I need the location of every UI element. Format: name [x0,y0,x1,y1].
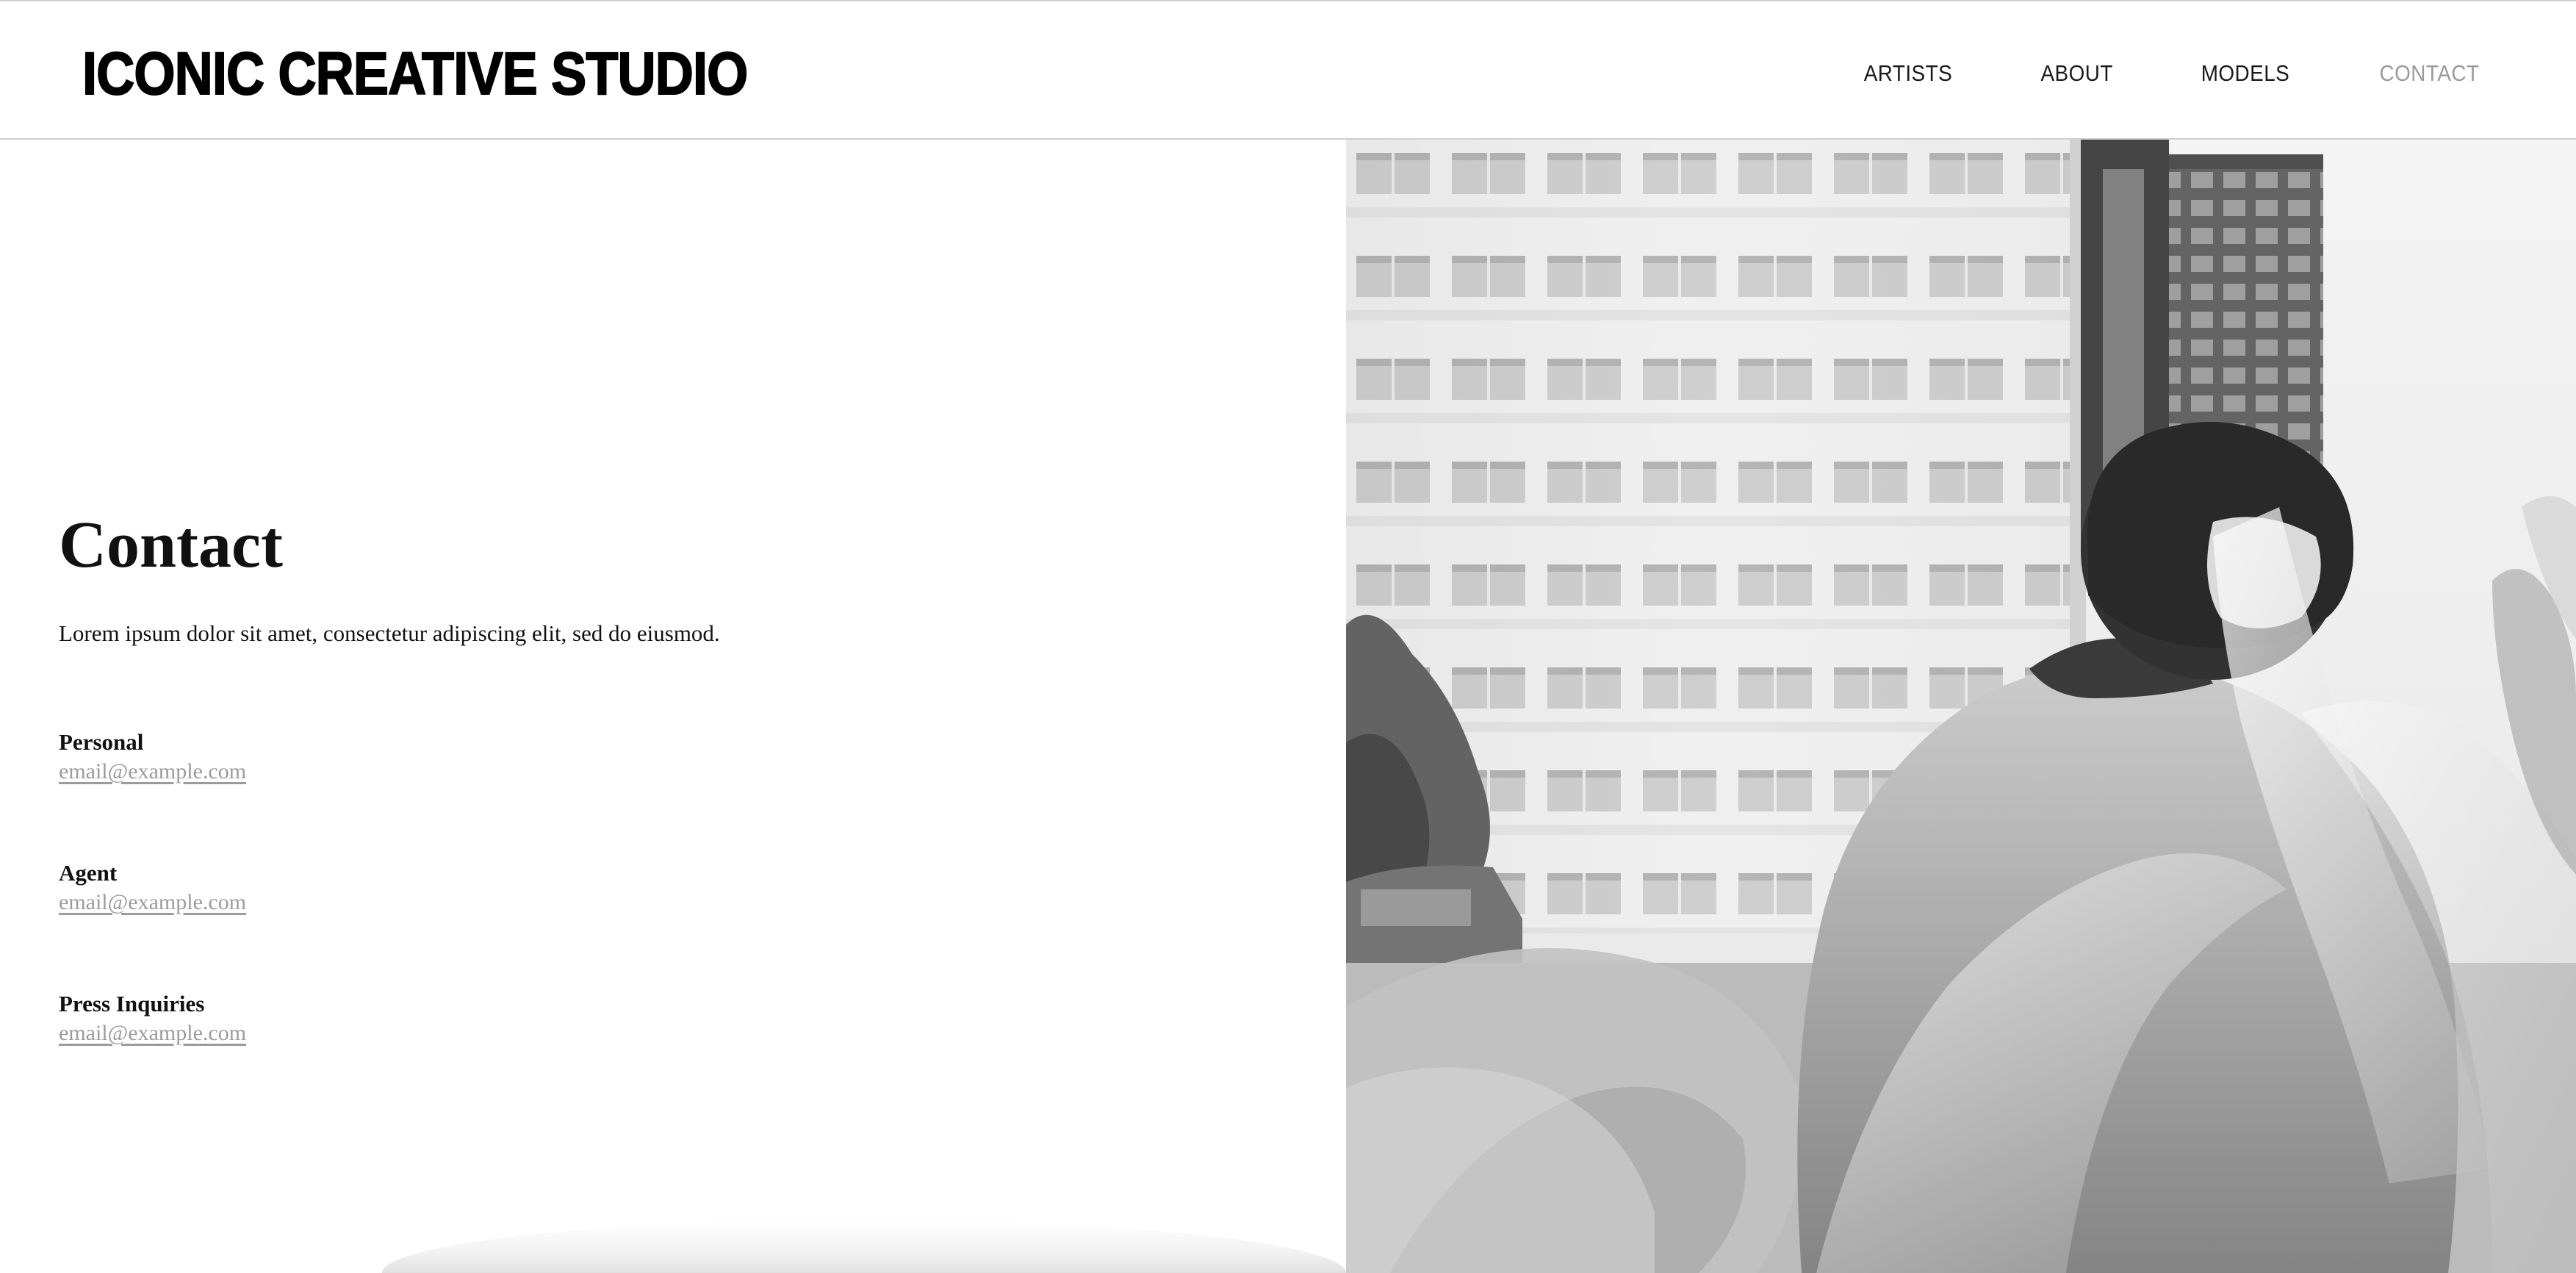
contact-content: Contact Lorem ipsum dolor sit amet, cons… [0,140,1346,1273]
contact-label-agent: Agent [59,860,118,886]
nav-artists[interactable]: ARTISTS [1864,57,1952,90]
contact-label-personal: Personal [59,729,144,755]
contact-label-press: Press Inquiries [59,991,205,1016]
site-header: ICONIC CREATIVE STUDIO ARTISTS ABOUT MOD… [0,0,2576,140]
contact-press: Press Inquiries email@example.com [59,989,720,1048]
site-logo[interactable]: ICONIC CREATIVE STUDIO [82,40,749,108]
page-title: Contact [59,509,283,581]
email-link-agent[interactable]: email@example.com [59,888,246,917]
email-link-press[interactable]: email@example.com [59,1019,246,1048]
hero-photo [1346,140,2576,1273]
intro-text: Lorem ipsum dolor sit amet, consectetur … [59,620,720,646]
main-navigation: ARTISTS ABOUT MODELS CONTACT [1859,57,2485,90]
contact-personal: Personal email@example.com [59,728,720,786]
contact-agent: Agent email@example.com [59,858,720,917]
nav-models[interactable]: MODELS [2201,57,2290,90]
page-edge-shadow [382,1220,1346,1273]
hero-photo-illustration [1346,140,2576,1273]
contact-page: ICONIC CREATIVE STUDIO ARTISTS ABOUT MOD… [0,0,2576,1273]
nav-about[interactable]: ABOUT [2040,57,2112,90]
email-link-personal[interactable]: email@example.com [59,757,246,786]
nav-contact[interactable]: CONTACT [2380,57,2480,90]
